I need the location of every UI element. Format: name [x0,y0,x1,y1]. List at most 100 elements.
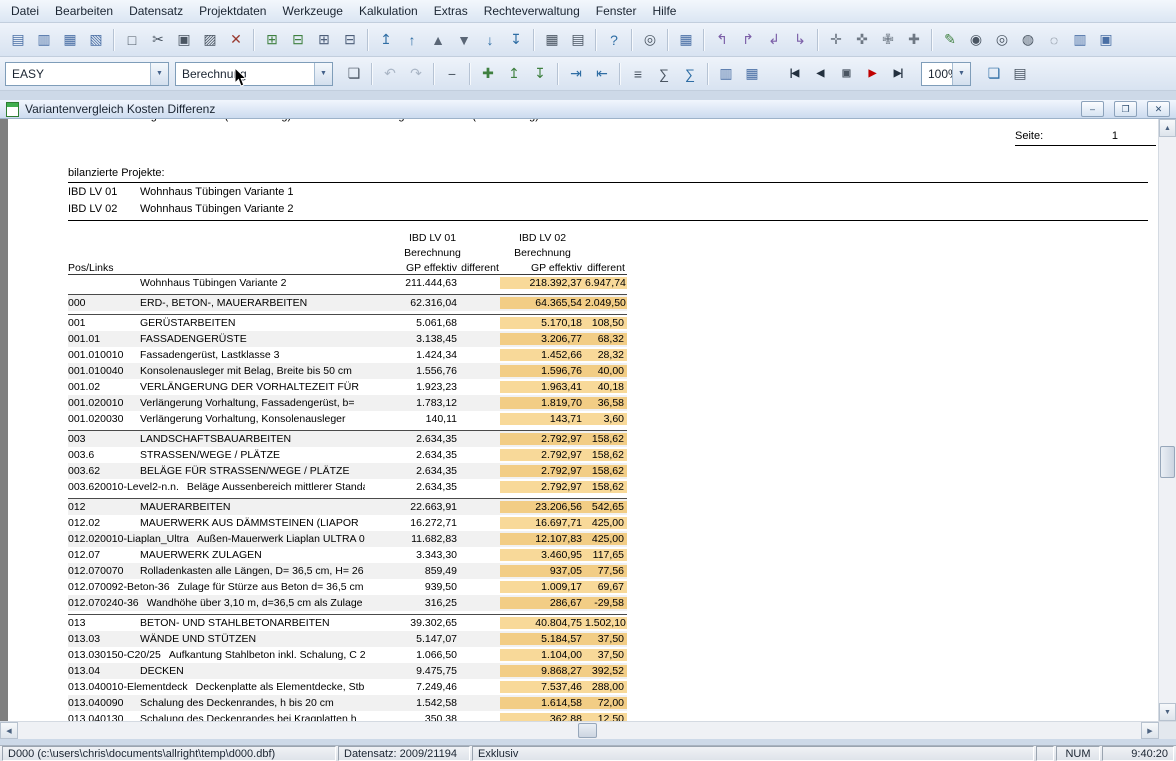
chevron-down-icon[interactable]: ▼ [952,63,970,85]
menu-datensatz[interactable]: Datensatz [121,1,191,21]
transfer-in-icon[interactable]: ↲ [761,27,787,53]
move-up-icon[interactable]: ↑ [399,27,425,53]
remove-row-icon[interactable]: − [439,61,465,87]
help-icon[interactable]: ? [601,27,627,53]
page-number: 1 [1112,130,1156,142]
report-design-icon[interactable]: ▥ [31,27,57,53]
toolbar-separator [367,29,369,51]
grid-view-icon[interactable]: ▦ [739,61,765,87]
search-icon[interactable]: ◎ [637,27,663,53]
vertical-scrollbar[interactable]: ▲ ▼ [1158,119,1176,721]
scroll-right-icon[interactable]: ▶ [1141,722,1159,739]
pages-icon[interactable]: ▣ [1093,27,1119,53]
report-book-icon[interactable]: ▧ [83,27,109,53]
book-open-icon[interactable]: ▥ [1067,27,1093,53]
copy-icon[interactable]: ▣ [171,27,197,53]
go-next-icon[interactable]: ▶ [859,61,885,87]
zoom-width-icon[interactable]: ◌ [1041,27,1067,53]
sum-total-icon[interactable]: ∑ [677,61,703,87]
menu-datei[interactable]: Datei [3,1,47,21]
layout-combobox-value: EASY [6,67,150,81]
list-view-icon[interactable]: ≡ [625,61,651,87]
shift-up-icon[interactable]: ↥ [501,61,527,87]
export-doc-icon[interactable]: ↱ [735,27,761,53]
table-row: Wohnhaus Tübingen Variante 2211.444,6321… [68,275,627,291]
import-doc-icon[interactable]: ↰ [709,27,735,53]
sort-down-icon[interactable]: ▼ [451,27,477,53]
horizontal-scroll-thumb[interactable] [578,723,597,738]
print-icon[interactable]: ▤ [565,27,591,53]
indent-right-icon[interactable]: ⇥ [563,61,589,87]
anchor-link-2-icon[interactable]: ✜ [849,27,875,53]
add-position-icon[interactable]: ✚ [475,61,501,87]
tree-indent-icon[interactable]: ⊞ [259,27,285,53]
tree-expand-icon[interactable]: ⊞ [311,27,337,53]
sort-up-icon[interactable]: ▲ [425,27,451,53]
open-layout-icon[interactable]: ❏ [341,61,367,87]
undo-icon[interactable]: ↶ [377,61,403,87]
tree-collapse-icon[interactable]: ⊟ [337,27,363,53]
scroll-up-icon[interactable]: ▲ [1159,119,1176,137]
move-down-icon[interactable]: ↓ [477,27,503,53]
zoom-out-icon[interactable]: ◎ [989,27,1015,53]
tree-outdent-icon[interactable]: ⊟ [285,27,311,53]
cut-icon[interactable]: ✂ [145,27,171,53]
restore-button[interactable]: ❐ [1114,101,1137,117]
new-item-icon[interactable]: □ [119,27,145,53]
close-button[interactable]: ✕ [1147,101,1170,117]
table-row: 001.020010Verlängerung Vorhaltung, Fassa… [68,395,627,411]
report-image-icon[interactable]: ▦ [57,27,83,53]
menu-rechteverwaltung[interactable]: Rechteverwaltung [476,1,588,21]
horizontal-rule [68,220,1148,221]
page-label: Seite: [1015,130,1043,142]
sum-selection-icon[interactable]: ∑ [651,61,677,87]
menu-projektdaten[interactable]: Projektdaten [191,1,274,21]
layout-combobox[interactable]: EASY ▼ [5,62,169,86]
anchor-link-3-icon[interactable]: ✙ [875,27,901,53]
menu-extras[interactable]: Extras [426,1,476,21]
report-preview-icon[interactable]: ▤ [5,27,31,53]
child-window-titlebar[interactable]: Variantenvergleich Kosten Differenz –❐✕ [0,100,1176,119]
move-first-icon[interactable]: ↥ [373,27,399,53]
zoom-combobox[interactable]: 100% ▼ [921,62,971,86]
chart-view-icon[interactable]: ▥ [713,61,739,87]
anchor-link-4-icon[interactable]: ✚ [901,27,927,53]
delete-icon[interactable]: ✕ [223,27,249,53]
vertical-scroll-thumb[interactable] [1160,446,1175,478]
go-first-icon[interactable]: |◀ [781,61,807,87]
move-last-icon[interactable]: ↧ [503,27,529,53]
table-row: 012MAUERARBEITEN22.663,9123.206,56542,65 [68,498,627,515]
menu-werkzeuge[interactable]: Werkzeuge [274,1,350,21]
paste-icon[interactable]: ▨ [197,27,223,53]
chevron-down-icon[interactable]: ▼ [314,63,332,85]
copy-record-icon[interactable]: ▣ [833,61,859,87]
menu-bearbeiten[interactable]: Bearbeiten [47,1,121,21]
page-setup-icon[interactable]: ❏ [981,61,1007,87]
menu-fenster[interactable]: Fenster [588,1,645,21]
anchor-link-1-icon[interactable]: ✛ [823,27,849,53]
page-number-block: Seite: 1 [1015,130,1156,146]
menu-hilfe[interactable]: Hilfe [644,1,684,21]
menu-kalkulation[interactable]: Kalkulation [351,1,426,21]
minimize-button[interactable]: – [1081,101,1104,117]
vertical-scroll-track[interactable] [1159,137,1176,703]
transfer-out-icon[interactable]: ↳ [787,27,813,53]
zoom-page-icon[interactable]: ◍ [1015,27,1041,53]
redo-icon[interactable]: ↷ [403,61,429,87]
zoom-in-icon[interactable]: ◉ [963,27,989,53]
print-report-icon[interactable]: ▤ [1007,61,1033,87]
calculate-icon[interactable]: ▦ [539,27,565,53]
go-last-icon[interactable]: ▶| [885,61,911,87]
outdent-left-icon[interactable]: ⇤ [589,61,615,87]
calculation-combobox[interactable]: Berechnung ▼ [175,62,333,86]
chevron-down-icon[interactable]: ▼ [150,63,168,85]
shift-down-icon[interactable]: ↧ [527,61,553,87]
go-previous-icon[interactable]: ◀ [807,61,833,87]
col-sub2: Berechnung [500,247,585,259]
edit-pen-icon[interactable]: ✎ [937,27,963,53]
horizontal-scrollbar[interactable]: ◀ ▶ [0,721,1176,739]
table-view-icon[interactable]: ▦ [673,27,699,53]
scroll-left-icon[interactable]: ◀ [0,722,18,739]
horizontal-scroll-track[interactable] [18,722,1141,739]
scroll-down-icon[interactable]: ▼ [1159,703,1176,721]
